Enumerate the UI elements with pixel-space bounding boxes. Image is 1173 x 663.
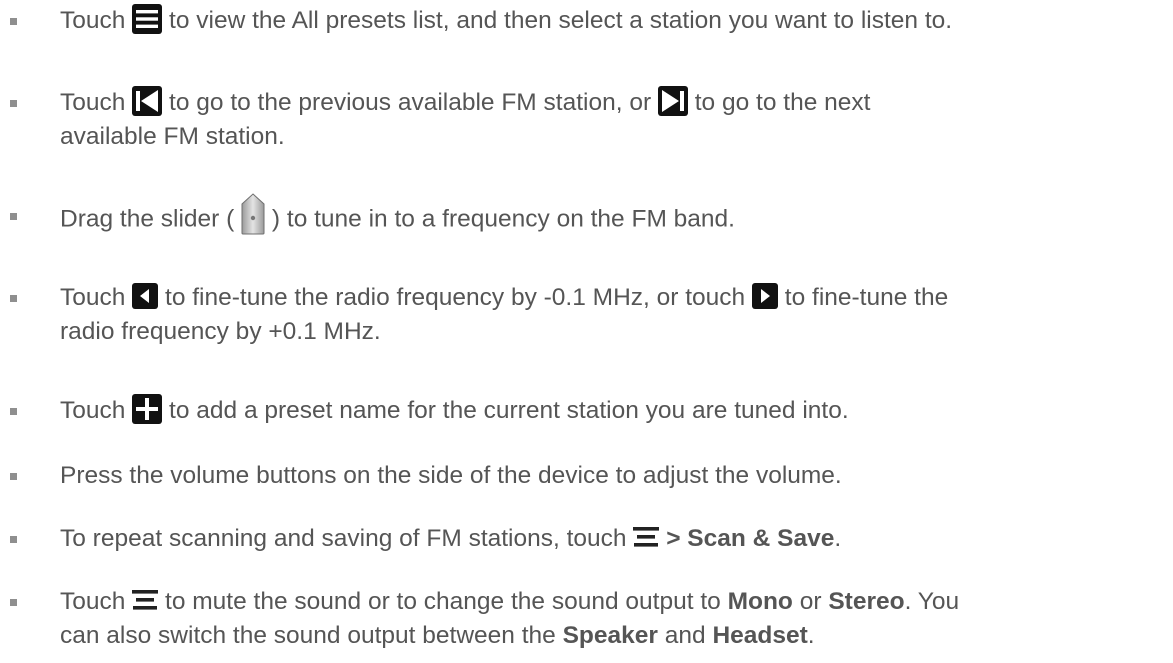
item-text-segment: to view the All presets list, and then s…: [169, 7, 953, 34]
arrow-right-icon: [751, 282, 778, 309]
item-text-segment: Touch: [60, 7, 126, 34]
menu-icon: [633, 526, 660, 547]
item-text: Press the volume buttons on the side of …: [60, 459, 1165, 493]
item-text-segment: can also switch the sound output between…: [60, 622, 556, 649]
item-text: Drag the slider ( ) to tune in to a freq…: [60, 193, 1165, 241]
item-text-segment: Touch: [60, 284, 126, 311]
bullet: [10, 100, 17, 107]
item-text-segment: ) to tune in to a frequency on the FM ba…: [271, 205, 735, 233]
item-text-segment: To repeat scanning and saving of FM stat…: [60, 525, 627, 552]
item-text-segment: Touch: [60, 588, 126, 615]
item-text-segment: and: [664, 622, 706, 649]
item-text-segment: Drag the slider (: [60, 205, 235, 233]
item-text: Touch to view the All presets list, and …: [60, 3, 1165, 38]
item-text-segment: radio frequency by +0.1 MHz.: [60, 318, 381, 345]
next-station-icon: [657, 85, 688, 116]
item-text-segment: to mute the sound or to change the sound…: [165, 588, 721, 615]
menu-icon: [132, 589, 159, 610]
item-text: Touch to add a preset name for the curre…: [60, 393, 1165, 428]
item-text: To repeat scanning and saving of FM stat…: [60, 522, 1165, 556]
option-mono-label: Mono: [727, 588, 793, 615]
bullet: [10, 213, 17, 220]
item-text-segment: .: [807, 622, 815, 649]
bullet: [10, 536, 17, 543]
slider-handle-icon: [241, 193, 265, 235]
item-text-segment: to fine-tune the: [784, 284, 949, 311]
item-text: Touch to go to the previous available FM…: [60, 85, 1165, 154]
item-text-segment: . You: [904, 588, 960, 615]
list-icon: [132, 3, 163, 34]
item-text-segment: Touch: [60, 89, 126, 116]
option-stereo-label: Stereo: [828, 588, 905, 615]
bullet: [10, 599, 17, 606]
plus-icon: [132, 393, 163, 424]
item-text-segment: Touch: [60, 397, 126, 424]
item-text-segment: Press the volume buttons on the side of …: [60, 462, 842, 489]
arrow-left-icon: [132, 282, 159, 309]
bullet: [10, 473, 17, 480]
bullet: [10, 18, 17, 25]
bullet: [10, 408, 17, 415]
option-speaker-label: Speaker: [562, 622, 658, 649]
item-text: Touch to fine-tune the radio frequency b…: [60, 281, 1165, 349]
item-text-segment: to fine-tune the radio frequency by -0.1…: [165, 284, 746, 311]
option-headset-label: Headset: [712, 622, 808, 649]
item-text-segment: to go to the previous available FM stati…: [169, 89, 652, 116]
menu-path-label: > Scan & Save: [666, 525, 835, 552]
item-text-segment: to go to the next: [694, 89, 871, 116]
item-text-segment: or: [799, 588, 822, 615]
item-text-segment: .: [834, 525, 842, 552]
previous-station-icon: [132, 85, 163, 116]
item-text: Touch to mute the sound or to change the…: [60, 585, 1165, 653]
item-text-segment: available FM station.: [60, 123, 285, 150]
bullet: [10, 295, 17, 302]
item-text-segment: to add a preset name for the current sta…: [169, 397, 849, 424]
